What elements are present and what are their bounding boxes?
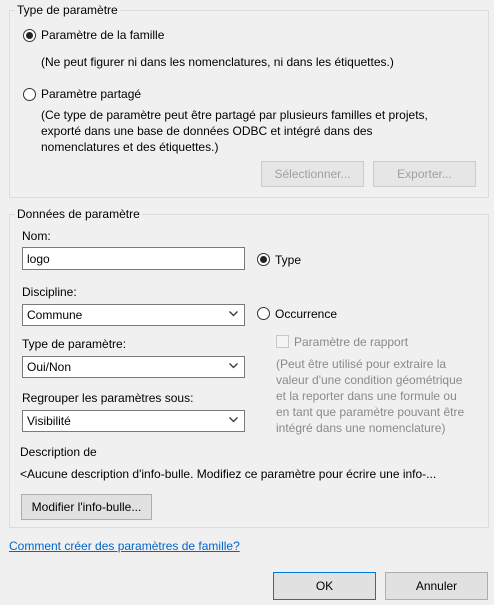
reporting-description-line-3: et la reporter dans une formule ou: [276, 389, 457, 403]
reporting-description-line-1: (Peut être utilisé pour extraire la: [276, 357, 447, 371]
chevron-down-icon: [229, 363, 238, 369]
chevron-down-icon: [229, 311, 238, 317]
discipline-label: Discipline:: [22, 285, 77, 299]
reporting-description-line-2: valeur d'une condition géométrique: [276, 373, 463, 387]
reporting-parameter-checkbox[interactable]: [276, 335, 289, 348]
family-parameter-radio[interactable]: [23, 29, 36, 42]
type-radio[interactable]: [257, 253, 270, 266]
reporting-parameter-label[interactable]: Paramètre de rapport: [294, 335, 408, 349]
shared-parameter-label[interactable]: Paramètre partagé: [41, 87, 141, 101]
parameter-type-select-value: Oui/Non: [27, 360, 72, 374]
discipline-select-value: Commune: [27, 308, 83, 322]
discipline-select[interactable]: Commune: [22, 304, 245, 326]
select-button[interactable]: Sélectionner...: [261, 161, 364, 187]
name-input[interactable]: [22, 247, 245, 270]
group-under-select-value: Visibilité: [27, 414, 71, 428]
type-radio-label[interactable]: Type: [275, 253, 301, 267]
help-link[interactable]: Comment créer des paramètres de famille?: [9, 539, 240, 553]
chevron-down-icon: [229, 417, 238, 423]
shared-parameter-radio[interactable]: [23, 88, 36, 101]
description-label: Description de: [20, 445, 97, 459]
family-parameter-label[interactable]: Paramètre de la famille: [41, 28, 164, 42]
shared-parameter-description-line-3: nomenclatures et des étiquettes.): [41, 140, 219, 154]
occurrence-radio-label[interactable]: Occurrence: [275, 307, 337, 321]
cancel-button[interactable]: Annuler: [385, 572, 488, 600]
name-label: Nom:: [22, 229, 51, 243]
export-button[interactable]: Exporter...: [373, 161, 476, 187]
parameter-data-legend: Données de paramètre: [15, 207, 142, 221]
group-under-label: Regrouper les paramètres sous:: [22, 391, 194, 405]
family-parameter-description: (Ne peut figurer ni dans les nomenclatur…: [41, 55, 394, 69]
group-under-select[interactable]: Visibilité: [22, 410, 245, 432]
edit-tooltip-button[interactable]: Modifier l'info-bulle...: [21, 494, 152, 520]
parameter-type-label: Type de paramètre:: [22, 337, 127, 351]
shared-parameter-description-line-1: (Ce type de paramètre peut être partagé …: [41, 108, 428, 122]
shared-parameter-description-line-2: exporté dans une base de données ODBC et…: [41, 124, 373, 138]
parameter-type-legend: Type de paramètre: [15, 3, 120, 17]
reporting-description-line-4: en tant que paramètre pouvant être: [276, 405, 465, 419]
tooltip-description-text: <Aucune description d'info-bulle. Modifi…: [20, 467, 437, 481]
occurrence-radio[interactable]: [257, 307, 270, 320]
ok-button[interactable]: OK: [273, 572, 376, 600]
parameter-type-select[interactable]: Oui/Non: [22, 356, 245, 378]
reporting-description-line-5: intégré dans une nomenclature): [276, 421, 446, 435]
